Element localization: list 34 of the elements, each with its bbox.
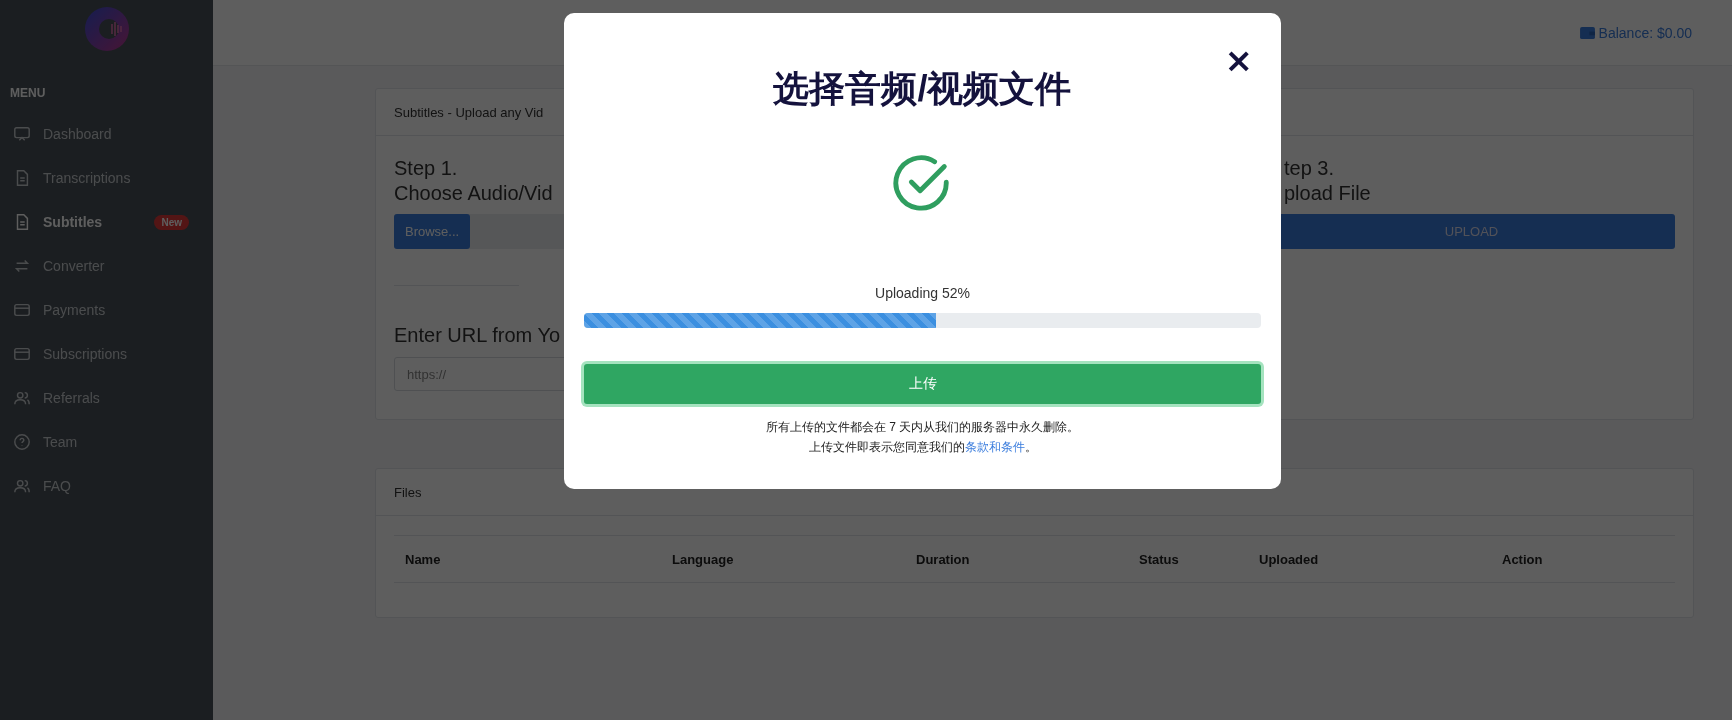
swap-arrows-icon — [13, 257, 31, 275]
upload-status: Uploading 52% — [875, 285, 970, 301]
url-title: Enter URL from Yo — [394, 324, 561, 347]
column-header: Action — [1502, 551, 1544, 567]
column-header: Duration — [916, 551, 971, 567]
users-icon — [13, 477, 31, 495]
note-punctuation: 。 — [1024, 440, 1037, 454]
menu-heading: MENU — [9, 85, 47, 102]
balance-label: Balance: $0.00 — [1598, 24, 1692, 41]
browse-button[interactable]: Browse... — [394, 214, 471, 249]
new-badge: New — [154, 214, 189, 230]
step-title: tep 3. — [1283, 156, 1336, 181]
column-header: Language — [672, 551, 735, 567]
monitor-icon — [13, 125, 31, 143]
sidebar-item[interactable]: Subtitles New — [0, 200, 213, 244]
card-title: Subtitles - Upload any Vid — [394, 104, 544, 120]
step-subtitle: pload File — [1283, 181, 1372, 206]
retention-note: 所有上传的文件都会在 7 天内从我们的服务器中永久删除。 — [765, 420, 1080, 434]
close-button[interactable]: × — [1224, 45, 1253, 75]
dialog-title: 选择音频/视频文件 — [773, 69, 1072, 109]
help-icon — [13, 433, 31, 451]
card-title: Files — [394, 484, 422, 500]
credit-card-icon — [13, 345, 31, 363]
terms-note: 上传文件即表示您同意我们的 — [808, 440, 965, 454]
step-title: Step 1. — [394, 156, 459, 181]
step-subtitle: Choose Audio/Vid — [394, 181, 554, 206]
credit-card-icon — [13, 301, 31, 319]
terms-link[interactable]: 条款和条件 — [964, 440, 1025, 454]
column-header: Status — [1139, 551, 1180, 567]
wallet-icon — [1579, 26, 1595, 39]
column-header: Uploaded — [1259, 551, 1320, 567]
upload-button[interactable]: 上传 — [584, 364, 1261, 404]
column-header: Name — [405, 551, 442, 567]
users-icon — [13, 389, 31, 407]
